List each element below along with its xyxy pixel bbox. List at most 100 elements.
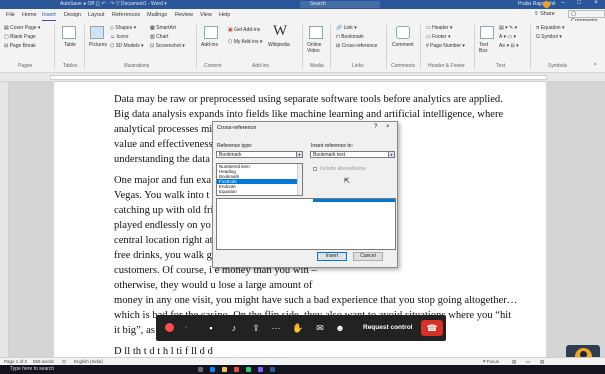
page-break-button[interactable]: ⊟ Page Break xyxy=(4,43,36,49)
scrollbar[interactable] xyxy=(297,164,302,195)
word-count[interactable]: 559 words xyxy=(33,359,54,364)
page-break-label: Page Break xyxy=(9,43,36,49)
dropcap-icon[interactable]: A≡ ▾ ⊟ ▾ xyxy=(499,43,519,49)
text-box-icon[interactable] xyxy=(480,26,494,39)
maximize-icon[interactable]: □ xyxy=(572,0,586,9)
cancel-button[interactable]: Cancel xyxy=(353,252,383,261)
3d-models-label: 3D Models xyxy=(115,43,140,49)
group-label-symbols: Symbols xyxy=(548,63,568,69)
comment-icon[interactable] xyxy=(396,26,410,39)
addins-icon[interactable] xyxy=(204,26,218,39)
collapse-ribbon-icon[interactable]: ^ xyxy=(594,63,596,69)
comments-button[interactable]: ▢ Comments xyxy=(568,10,605,24)
reference-type-select[interactable]: Bookmark ▾ xyxy=(216,151,303,158)
3d-models-button[interactable]: ⬡ 3D Models ▾ xyxy=(110,43,144,49)
word-icon[interactable] xyxy=(270,367,275,372)
tab-references[interactable]: References xyxy=(112,12,140,18)
page-count[interactable]: Page 1 of 2 xyxy=(4,359,27,364)
page-number-button[interactable]: # Page Number ▾ xyxy=(426,43,465,49)
reference-items-list[interactable] xyxy=(216,198,396,250)
insert-button[interactable]: Insert xyxy=(317,252,347,261)
bookmark-button[interactable]: ⊓ Bookmark xyxy=(336,34,364,40)
ruler-track[interactable] xyxy=(50,75,547,80)
group-divider xyxy=(420,25,421,69)
file-explorer-icon[interactable] xyxy=(222,367,227,372)
screenshot-button[interactable]: ⊡ Screenshot ▾ xyxy=(150,43,185,49)
online-video-icon[interactable] xyxy=(309,26,323,39)
list-option[interactable]: Equation xyxy=(217,189,302,194)
cover-page-button[interactable]: ▤ Cover Page ▾ xyxy=(4,25,40,31)
close-icon[interactable]: × xyxy=(589,0,603,9)
camera-icon[interactable]: ▪ xyxy=(205,322,217,334)
insert-reference-select[interactable]: Bookmark text ▾ xyxy=(310,151,395,158)
minimize-icon[interactable]: – xyxy=(556,0,570,9)
tab-layout[interactable]: Layout xyxy=(88,12,105,18)
equation-button[interactable]: π Equation ▾ xyxy=(536,25,565,31)
get-addins-button[interactable]: ▣ Get Add-ins xyxy=(228,27,260,33)
chart-button[interactable]: ▥ Chart xyxy=(150,34,168,40)
smartart-button[interactable]: ▦ SmartArt xyxy=(150,25,176,31)
footer-button[interactable]: ▭ Footer ▾ xyxy=(426,34,450,40)
tab-mailings[interactable]: Mailings xyxy=(147,12,167,18)
reference-type-list[interactable]: Numbered item Heading Bookmark Footnote … xyxy=(216,163,303,196)
ruler[interactable] xyxy=(0,73,605,82)
avatar[interactable] xyxy=(543,1,550,8)
close-icon[interactable]: × xyxy=(386,124,390,130)
wordart-icon[interactable]: A ▾ ▭ ▾ xyxy=(499,34,516,40)
text-line[interactable]: money in any one visit, you might have s… xyxy=(114,293,544,308)
symbol-label: Symbol xyxy=(541,34,558,40)
text-line[interactable]: D ll th t d t h l ti f ll d d xyxy=(114,344,544,357)
tab-view[interactable]: View xyxy=(200,12,212,18)
table-icon[interactable] xyxy=(62,26,76,39)
app-icon[interactable] xyxy=(246,367,251,372)
selected-item-highlight[interactable] xyxy=(313,199,395,202)
share-button[interactable]: ⇪ Share xyxy=(534,11,555,17)
chevron-down-icon[interactable]: ▾ xyxy=(388,152,394,157)
more-options-icon[interactable]: ··· xyxy=(270,322,282,334)
chevron-down-icon[interactable]: ▾ xyxy=(296,152,302,157)
tab-file[interactable]: File xyxy=(6,12,15,18)
teams-icon[interactable] xyxy=(258,367,263,372)
symbol-button[interactable]: Ω Symbol ▾ xyxy=(536,34,562,40)
raise-hand-icon[interactable]: ✋ xyxy=(292,322,304,334)
hang-up-icon[interactable]: ☎ xyxy=(421,320,443,336)
icons-button[interactable]: ☺ Icons xyxy=(110,34,128,40)
text-line[interactable]: Big data analysis expands into fields li… xyxy=(114,107,544,122)
cross-reference-button[interactable]: ⊞ Cross-reference xyxy=(336,43,377,49)
recording-icon[interactable] xyxy=(165,323,174,332)
my-addins-button[interactable]: ⬠ My Add-ins ▾ xyxy=(228,39,262,45)
tab-help[interactable]: Help xyxy=(219,12,230,18)
shapes-button[interactable]: ◇ Shapes ▾ xyxy=(110,25,136,31)
focus-button[interactable]: ⌗ Focus xyxy=(483,359,499,364)
wikipedia-icon[interactable]: W xyxy=(273,23,287,40)
quick-parts-icon[interactable]: ▤ ▾ ✎ ▾ xyxy=(499,25,517,31)
include-above-below-checkbox[interactable] xyxy=(313,167,317,171)
tab-review[interactable]: Review xyxy=(175,12,193,18)
tab-design[interactable]: Design xyxy=(64,12,81,18)
blank-page-label: Blank Page xyxy=(10,34,36,40)
help-icon[interactable]: ? xyxy=(374,124,377,130)
text-line[interactable]: otherwise, they would u lose a large amo… xyxy=(114,278,544,293)
get-addins-label: Get Add-ins xyxy=(234,27,261,33)
paragraph-3[interactable]: D ll th t d t h l ti f ll d d xyxy=(114,344,544,357)
text-line[interactable]: Data may be raw or preprocessed using se… xyxy=(114,92,544,107)
taskbar-search[interactable]: Type here to search xyxy=(10,366,54,372)
task-view-icon[interactable] xyxy=(198,367,203,372)
participants-icon[interactable]: ☻ xyxy=(334,322,346,334)
language[interactable]: English (India) xyxy=(74,359,103,364)
chrome-icon[interactable] xyxy=(234,367,239,372)
microphone-icon[interactable]: ♪ xyxy=(228,322,240,334)
pictures-icon[interactable] xyxy=(90,26,104,39)
edge-icon[interactable] xyxy=(210,367,215,372)
header-button[interactable]: ▭ Header ▾ xyxy=(426,25,452,31)
chat-icon[interactable]: ✉ xyxy=(314,322,326,334)
tab-insert[interactable]: Insert xyxy=(42,12,56,21)
search-box[interactable]: Search xyxy=(300,1,380,8)
blank-page-button[interactable]: ▢ Blank Page xyxy=(4,34,36,40)
link-button[interactable]: 🔗 Link ▾ xyxy=(336,25,357,31)
tab-home[interactable]: Home xyxy=(22,12,37,18)
request-control-button[interactable]: Request control xyxy=(363,320,412,336)
wikipedia-label: Wikipedia xyxy=(268,42,290,48)
chart-label: Chart xyxy=(156,34,169,40)
share-screen-icon[interactable]: ⇪ xyxy=(250,322,262,334)
